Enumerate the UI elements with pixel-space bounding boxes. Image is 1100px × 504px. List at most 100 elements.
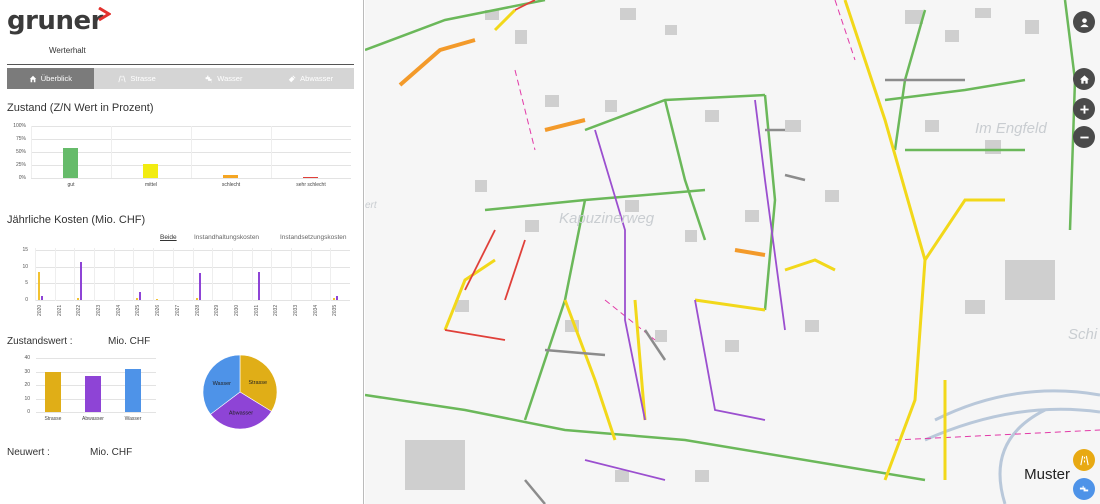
zustand-bar: [143, 164, 158, 178]
kosten-year-label: 2030: [233, 304, 240, 316]
kosten-col-divider: [94, 248, 96, 301]
place-label-schi: Schi: [1068, 326, 1098, 343]
zustandswert-bar: [85, 375, 101, 412]
zustandswert-y-tick: 0: [27, 409, 30, 415]
zustandswert-gridline: [36, 412, 156, 413]
kosten-col-divider: [35, 248, 36, 301]
network-purple: [584, 99, 786, 481]
zustandswert-title: Zustandswert :: [7, 336, 73, 347]
kosten-bar: [77, 298, 80, 300]
filter-beide[interactable]: Beide: [160, 234, 177, 241]
kosten-col-divider: [74, 248, 76, 301]
place-label-ert: ert: [365, 200, 377, 211]
tab-wasser-label: Wasser: [217, 74, 243, 83]
neuwert-unit: Mio. CHF: [90, 447, 133, 458]
kosten-col-divider: [290, 248, 292, 301]
zustand-category-label: mittel: [145, 182, 157, 188]
kosten-year-label: 2027: [174, 304, 181, 316]
kosten-bar: [139, 291, 142, 300]
kosten-col-divider: [310, 248, 312, 301]
zustand-y-tick: 25%: [15, 162, 26, 168]
pie-label: Abwasser: [229, 410, 253, 416]
zustand-y-tick: 100%: [13, 123, 26, 129]
minus-icon: [1079, 136, 1089, 138]
zustandswert-y-tick: 20: [24, 382, 30, 388]
zustandswert-category-label: Abwasser: [82, 416, 104, 422]
map-view[interactable]: Kapuzinerweg Im Engfeld Schi ert Muster: [365, 0, 1100, 504]
zustand-y-tick: 75%: [15, 136, 26, 142]
home-button[interactable]: [1073, 68, 1095, 90]
map-canvas[interactable]: [365, 0, 1100, 504]
kosten-bar: [136, 298, 139, 300]
kosten-year-label: 2026: [155, 304, 162, 316]
zustandswert-unit: Mio. CHF: [108, 336, 151, 347]
kosten-year-label: 2032: [273, 304, 280, 316]
kosten-bar: [257, 271, 260, 300]
zustand-gridline: [31, 178, 351, 179]
brand-chevron-icon: [98, 7, 111, 22]
tab-strasse-label: Strasse: [130, 74, 156, 83]
kosten-year-label: 2035: [332, 304, 339, 316]
layer-water-button[interactable]: [1073, 478, 1095, 500]
road-icon: [118, 75, 126, 82]
tab-strasse[interactable]: Strasse: [94, 68, 181, 89]
user-button[interactable]: [1073, 11, 1095, 33]
neuwert-title: Neuwert :: [7, 447, 50, 458]
zustand-col-divider: [31, 126, 32, 178]
tab-wasser[interactable]: Wasser: [181, 68, 268, 89]
kosten-bar: [336, 296, 339, 300]
kosten-col-divider: [192, 248, 194, 301]
sidebar: gruner Werterhalt Überblick Strasse Wass…: [0, 0, 364, 504]
tab-overview-label: Überblick: [40, 74, 72, 83]
kosten-year-label: 2022: [76, 304, 83, 316]
network-green: [365, 0, 1077, 482]
kosten-col-divider: [212, 248, 214, 301]
zustand-y-tick: 0%: [18, 175, 26, 181]
header-divider: [7, 64, 354, 65]
network-red: [444, 0, 536, 341]
pipe-icon: [288, 75, 296, 82]
kosten-bar: [38, 271, 40, 300]
zustandswert-y-tick: 10: [24, 395, 30, 402]
user-icon: [1079, 17, 1089, 27]
zustand-category-label: gut: [67, 182, 75, 188]
kosten-year-label: 2024: [115, 304, 122, 316]
filter-instandhaltung[interactable]: Instandhaltungskosten: [194, 234, 259, 241]
zustand-category-label: schlecht: [221, 182, 241, 188]
zoom-in-button[interactable]: [1073, 98, 1095, 120]
app-subtitle: Werterhalt: [49, 46, 86, 55]
kosten-bar: [195, 298, 198, 300]
pie-label: Wasser: [213, 381, 232, 387]
filter-instandsetzung[interactable]: Instandsetzungskosten: [280, 234, 347, 241]
kosten-year-label: 2028: [194, 304, 201, 316]
kosten-year-label: 2031: [253, 304, 260, 316]
road-icon: [1079, 455, 1089, 465]
kosten-col-divider: [271, 248, 273, 301]
kosten-y-tick: 10: [22, 263, 28, 270]
kosten-bar: [41, 296, 43, 300]
pie-label: Strasse: [248, 380, 267, 386]
kosten-bar: [80, 261, 83, 300]
layer-road-button[interactable]: [1073, 449, 1095, 471]
kosten-col-divider: [330, 248, 332, 301]
zoom-out-button[interactable]: [1073, 126, 1095, 148]
kosten-year-label: 2034: [312, 304, 319, 316]
brand-logo: gruner: [7, 6, 103, 36]
kosten-title: Jährliche Kosten (Mio. CHF): [7, 214, 146, 226]
kosten-col-divider: [113, 248, 115, 301]
kosten-col-divider: [54, 248, 56, 301]
zustand-bar: [303, 177, 318, 178]
zustand-bar: [63, 147, 78, 178]
tab-abwasser[interactable]: Abwasser: [267, 68, 354, 89]
zustand-y-tick: 50%: [15, 149, 26, 155]
home-icon: [1079, 74, 1089, 84]
kosten-bar: [156, 299, 159, 300]
watermark: Muster: [1024, 466, 1070, 483]
kosten-bar: [333, 298, 336, 300]
kosten-y-tick: 15: [22, 247, 28, 253]
tab-overview[interactable]: Überblick: [7, 68, 94, 89]
zustand-col-divider: [111, 126, 112, 178]
zustandswert-category-label: Wasser: [124, 416, 142, 422]
water-tap-icon: [205, 75, 213, 83]
kosten-col-divider: [153, 248, 155, 301]
